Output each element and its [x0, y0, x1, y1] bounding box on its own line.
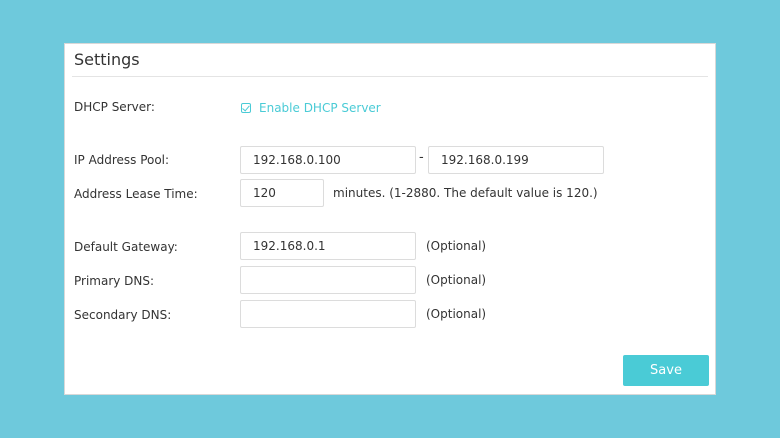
primary-dns-optional: (Optional): [426, 273, 487, 287]
enable-dhcp-label[interactable]: Enable DHCP Server: [259, 101, 381, 115]
primary-dns-input[interactable]: [240, 266, 416, 294]
enable-dhcp-checkbox-row[interactable]: Enable DHCP Server: [241, 101, 381, 115]
default-gateway-label: Default Gateway:: [74, 240, 178, 254]
checkbox-checked-icon[interactable]: [241, 103, 251, 113]
settings-panel: Settings DHCP Server: Enable DHCP Server…: [64, 43, 716, 395]
default-gateway-optional: (Optional): [426, 239, 487, 253]
lease-time-input[interactable]: [240, 179, 324, 207]
save-button[interactable]: Save: [623, 355, 709, 386]
ip-pool-separator: -: [419, 150, 424, 165]
dhcp-server-label: DHCP Server:: [74, 100, 155, 114]
ip-address-pool-label: IP Address Pool:: [74, 153, 170, 167]
lease-time-label: Address Lease Time:: [74, 187, 198, 201]
secondary-dns-optional: (Optional): [426, 307, 487, 321]
title-divider: [72, 76, 708, 77]
ip-pool-start-input[interactable]: [240, 146, 416, 174]
default-gateway-input[interactable]: [240, 232, 416, 260]
secondary-dns-label: Secondary DNS:: [74, 308, 172, 322]
lease-time-hint: minutes. (1-2880. The default value is 1…: [333, 186, 598, 200]
secondary-dns-input[interactable]: [240, 300, 416, 328]
primary-dns-label: Primary DNS:: [74, 274, 155, 288]
ip-pool-end-input[interactable]: [428, 146, 604, 174]
panel-title: Settings: [74, 50, 140, 69]
